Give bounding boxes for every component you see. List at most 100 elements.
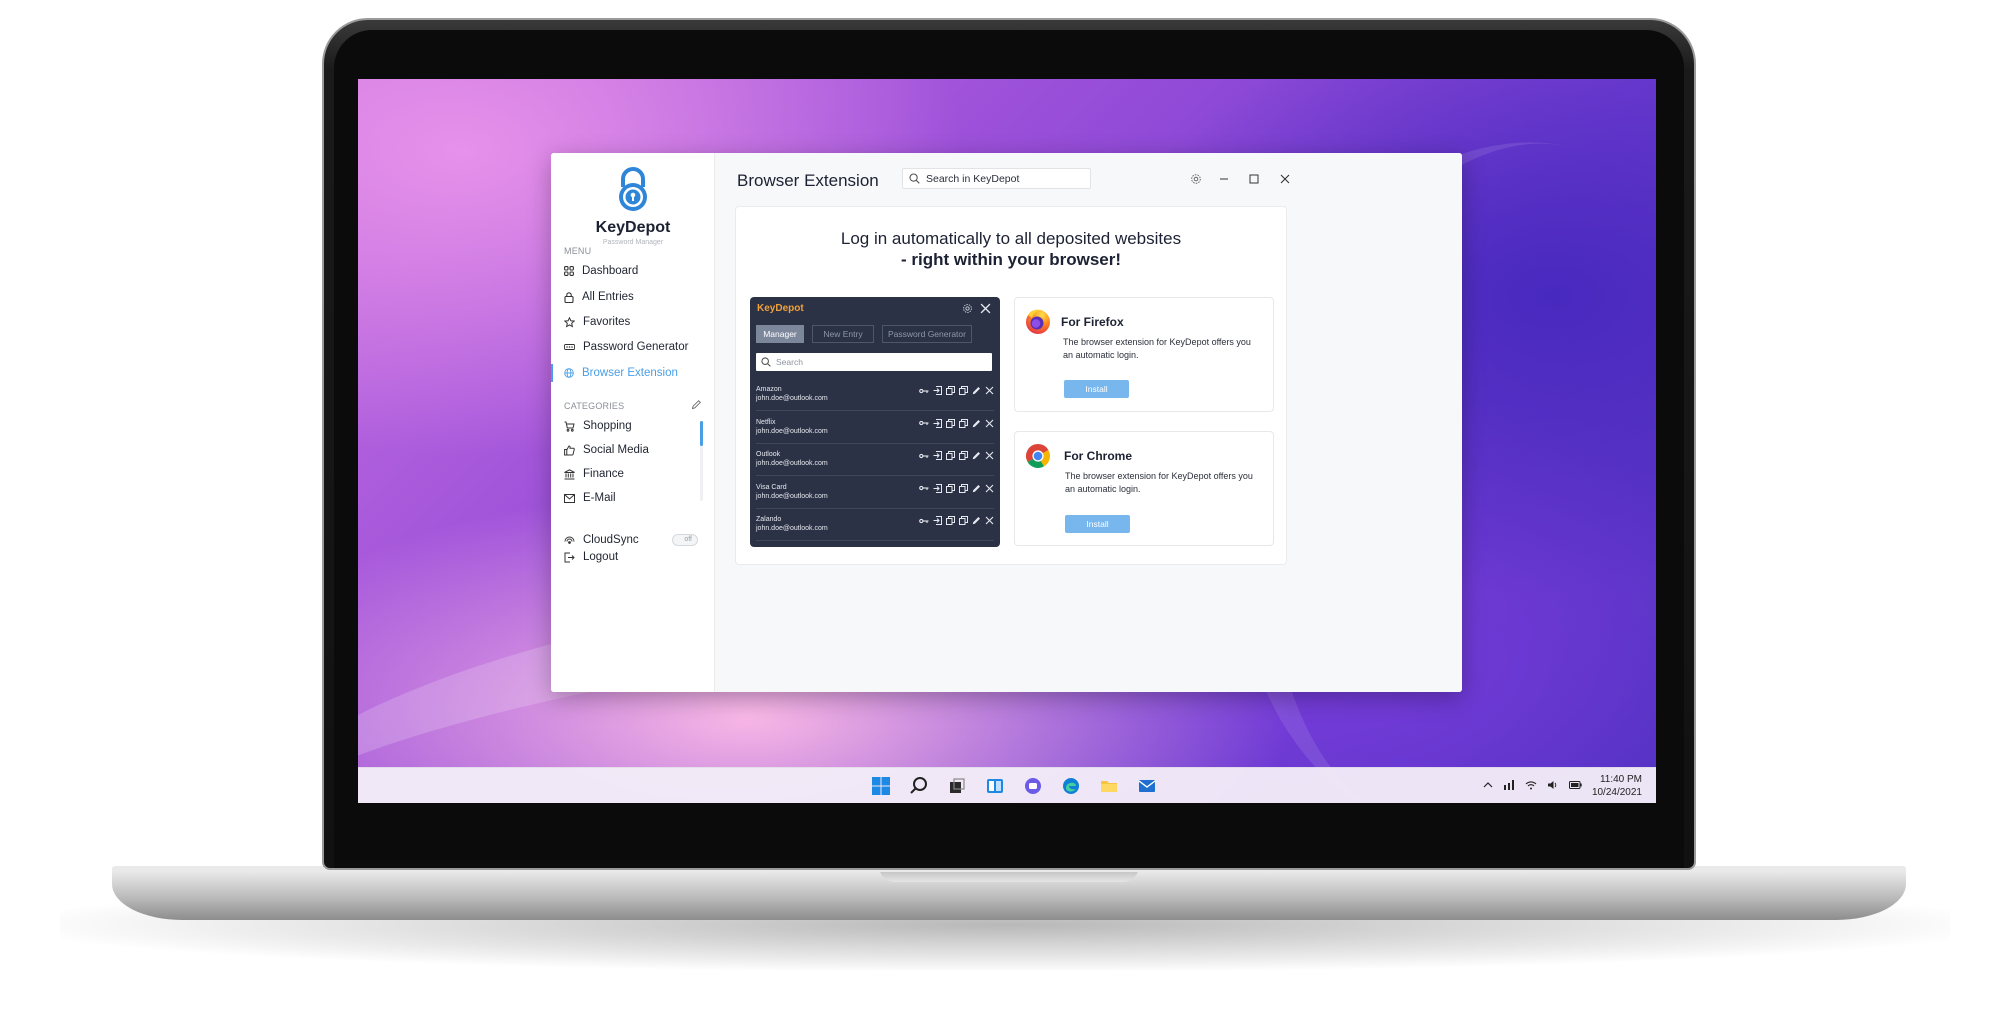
key-icon[interactable] [919, 452, 929, 460]
login-icon[interactable] [933, 451, 942, 460]
sidebar-item-shopping[interactable]: Shopping [564, 416, 632, 436]
login-icon[interactable] [933, 516, 942, 525]
sidebar-item-logout[interactable]: Logout [564, 547, 618, 567]
popup-entry-row[interactable]: Netflix john.doe@outlook.com [756, 412, 994, 444]
popup-tab-new-entry[interactable]: New Entry [812, 325, 874, 343]
delete-x-icon[interactable] [985, 451, 994, 460]
wifi-icon[interactable] [1525, 780, 1537, 793]
sidebar-item-label: Favorites [583, 316, 631, 328]
sidebar-item-all-entries[interactable]: All Entries [564, 287, 634, 307]
entry-name: Visa Card [756, 483, 787, 491]
login-icon[interactable] [933, 386, 942, 395]
login-icon[interactable] [933, 418, 942, 428]
delete-x-icon[interactable] [985, 419, 994, 428]
sidebar-item-finance[interactable]: Finance [564, 464, 624, 484]
keydepot-logo-icon [611, 165, 655, 218]
desktop-screen: KeyDepot Password Manager MENU Dashboard… [358, 79, 1656, 803]
entry-email: john.doe@outlook.com [756, 492, 828, 500]
edit-categories-icon[interactable] [691, 397, 702, 415]
delete-x-icon[interactable] [985, 386, 994, 395]
cloudsync-toggle[interactable]: off [672, 534, 698, 546]
firefox-install-button[interactable]: Install [1064, 380, 1129, 398]
copy-password-icon[interactable] [959, 451, 968, 460]
windows-start-icon[interactable] [868, 773, 894, 799]
popup-entry-row[interactable]: Outlook john.doe@outlook.com [756, 444, 994, 476]
logout-icon [564, 552, 575, 562]
copy-username-icon[interactable] [946, 483, 955, 493]
key-icon[interactable] [919, 517, 929, 525]
sidebar-item-browser-extension[interactable]: Browser Extension [564, 363, 678, 383]
popup-gear-icon[interactable] [962, 301, 973, 319]
entry-name: Netflix [756, 418, 776, 426]
taskbar-search-icon[interactable] [906, 773, 932, 799]
minimize-button[interactable] [1217, 172, 1231, 186]
entry-name: Outlook [756, 451, 781, 458]
key-icon[interactable] [919, 419, 929, 427]
copy-username-icon[interactable] [946, 451, 955, 460]
envelope-icon [564, 493, 575, 503]
edit-pencil-icon[interactable] [972, 419, 981, 428]
popup-tab-manager[interactable]: Manager [756, 325, 804, 343]
thumbs-up-icon [564, 444, 575, 455]
popup-close-icon[interactable] [980, 301, 991, 319]
sidebar-item-favorites[interactable]: Favorites [564, 312, 630, 332]
sidebar-item-label: Browser Extension [582, 367, 678, 379]
copy-username-icon[interactable] [946, 516, 955, 525]
firefox-logo-icon [1024, 307, 1052, 340]
chevron-up-icon[interactable] [1483, 780, 1493, 792]
firefox-description: The browser extension for KeyDepot offer… [1063, 337, 1251, 360]
entry-actions [919, 418, 994, 428]
copy-username-icon[interactable] [946, 386, 955, 395]
entry-actions [919, 386, 994, 395]
popup-search-input[interactable]: Search [756, 353, 992, 371]
file-explorer-icon[interactable] [1096, 773, 1122, 799]
cart-icon [564, 421, 575, 432]
sidebar-item-dashboard[interactable]: Dashboard [564, 261, 638, 281]
popup-title: KeyDepot [757, 303, 804, 314]
edit-pencil-icon[interactable] [972, 516, 981, 525]
taskbar: 11:40 PM 10/24/2021 [358, 767, 1656, 803]
extension-card: Log in automatically to all deposited we… [735, 206, 1287, 565]
cloud-sync-icon [564, 536, 575, 544]
key-icon[interactable] [919, 387, 929, 395]
search-input[interactable]: Search in KeyDepot [902, 168, 1091, 189]
key-icon[interactable] [919, 484, 929, 492]
edit-pencil-icon[interactable] [972, 484, 981, 493]
star-icon [564, 316, 575, 327]
popup-entry-row[interactable]: Amazon john.doe@outlook.com [756, 379, 994, 411]
volume-icon[interactable] [1547, 780, 1559, 793]
sidebar-item-email[interactable]: E-Mail [564, 488, 616, 508]
copy-password-icon[interactable] [959, 386, 968, 395]
edit-pencil-icon[interactable] [972, 451, 981, 460]
battery-icon[interactable] [1568, 780, 1582, 792]
teams-chat-icon[interactable] [1020, 773, 1046, 799]
chrome-install-button[interactable]: Install [1065, 515, 1130, 533]
categories-section-label: CATEGORIES [564, 401, 625, 411]
copy-username-icon[interactable] [946, 418, 955, 428]
app-window: KeyDepot Password Manager MENU Dashboard… [551, 153, 1462, 692]
taskbar-clock[interactable]: 11:40 PM 10/24/2021 [1592, 773, 1642, 799]
popup-entry-row[interactable]: Visa Card john.doe@outlook.com [756, 477, 994, 509]
popup-tab-password-generator[interactable]: Password Generator [882, 325, 972, 343]
widgets-icon[interactable] [982, 773, 1008, 799]
entry-actions [919, 483, 994, 493]
maximize-button[interactable] [1247, 172, 1261, 186]
delete-x-icon[interactable] [985, 484, 994, 493]
sidebar-item-social-media[interactable]: Social Media [564, 440, 649, 460]
mail-icon[interactable] [1134, 773, 1160, 799]
sidebar-item-password-generator[interactable]: Password Generator [564, 337, 688, 357]
copy-password-icon[interactable] [959, 418, 968, 428]
copy-password-icon[interactable] [959, 516, 968, 525]
sidebar-item-label: All Entries [582, 291, 634, 303]
copy-password-icon[interactable] [959, 483, 968, 493]
popup-entry-row[interactable]: Zalando john.doe@outlook.com [756, 509, 994, 541]
settings-gear-icon[interactable] [1189, 172, 1203, 186]
edit-pencil-icon[interactable] [972, 386, 981, 395]
login-icon[interactable] [933, 483, 942, 493]
delete-x-icon[interactable] [985, 516, 994, 525]
task-view-icon[interactable] [944, 773, 970, 799]
close-button[interactable] [1278, 172, 1292, 186]
network-status-icon[interactable] [1503, 779, 1515, 793]
edge-browser-icon[interactable] [1058, 773, 1084, 799]
categories-scrollbar-thumb[interactable] [700, 421, 703, 446]
